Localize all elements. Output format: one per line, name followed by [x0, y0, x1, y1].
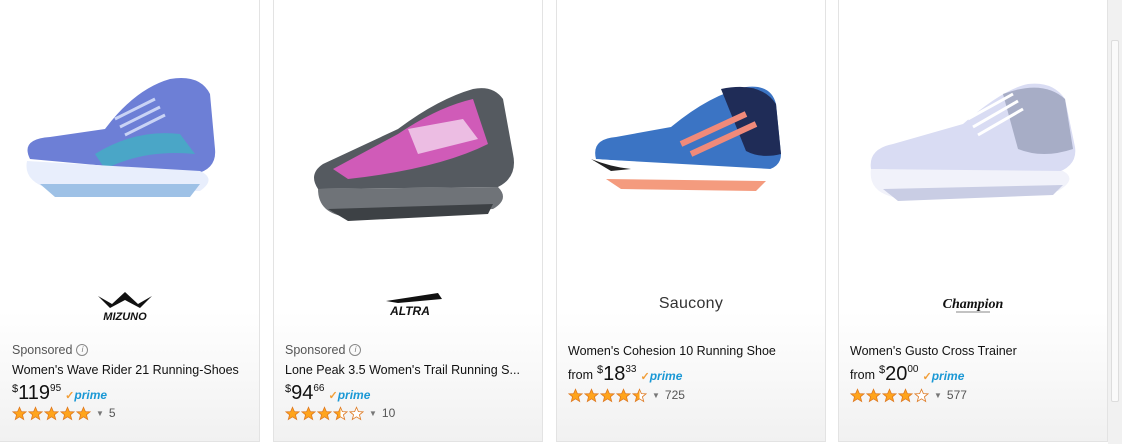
star-rating[interactable]	[12, 405, 92, 421]
price-prefix: from	[850, 368, 875, 382]
chevron-down-icon[interactable]: ▼	[96, 409, 104, 418]
review-count[interactable]: 5	[109, 406, 116, 420]
star-icon	[28, 405, 43, 420]
product-card[interactable]: MIZUNO Sponsored i Women's Wave Rider 21 …	[0, 0, 260, 442]
price-fraction: 00	[907, 364, 919, 375]
prime-check-icon: ✓	[65, 390, 75, 402]
price[interactable]: from $ 18 33 ✓ prime	[568, 363, 682, 387]
price-whole: 18	[603, 363, 626, 385]
scrollbar[interactable]	[1108, 0, 1122, 444]
price-whole: 94	[291, 382, 314, 404]
prime-check-icon: ✓	[922, 371, 932, 383]
prime-label: prime	[337, 388, 371, 402]
star-icon	[914, 387, 929, 402]
review-count[interactable]: 577	[947, 388, 967, 402]
sponsored-text: Sponsored	[285, 343, 346, 357]
sponsored-label[interactable]: Sponsored i	[12, 342, 89, 358]
star-icon	[882, 387, 897, 402]
price-fraction: 33	[625, 364, 637, 375]
scrollbar-thumb[interactable]	[1111, 40, 1119, 402]
star-icon	[349, 405, 364, 420]
product-title[interactable]: Lone Peak 3.5 Women's Trail Running S...	[285, 363, 526, 377]
chevron-down-icon[interactable]: ▼	[369, 409, 377, 418]
review-count[interactable]: 10	[382, 406, 395, 420]
product-title[interactable]: Women's Cohesion 10 Running Shoe	[568, 344, 809, 358]
star-icon	[866, 387, 881, 402]
price-fraction: 66	[313, 383, 325, 394]
sponsored-label[interactable]: Sponsored i	[285, 342, 362, 358]
product-title[interactable]: Women's Gusto Cross Trainer	[850, 344, 1091, 358]
prime-badge: ✓ prime	[923, 369, 965, 383]
prime-check-icon: ✓	[640, 371, 650, 383]
prime-badge: ✓ prime	[641, 369, 683, 383]
product-info: Women's Cohesion 10 Running Shoe from $ …	[568, 0, 815, 441]
star-icon	[898, 387, 913, 402]
star-icon	[584, 387, 599, 402]
star-icon	[333, 405, 348, 420]
rating-row[interactable]: ▼ 5	[12, 405, 116, 421]
star-rating[interactable]	[285, 405, 365, 421]
product-title[interactable]: Women's Wave Rider 21 Running-Shoes	[12, 363, 243, 377]
price-prefix: from	[568, 368, 593, 382]
star-icon	[301, 405, 316, 420]
rating-row[interactable]: ▼ 577	[850, 387, 967, 403]
product-card[interactable]: ALTRA Sponsored i Lone Peak 3.5 Women's T…	[273, 0, 543, 442]
info-icon[interactable]: i	[349, 344, 362, 356]
product-info: Sponsored i Lone Peak 3.5 Women's Trail R…	[285, 0, 532, 441]
star-icon	[317, 405, 332, 420]
star-rating[interactable]	[568, 387, 648, 403]
prime-label: prime	[74, 388, 108, 402]
star-icon	[44, 405, 59, 420]
star-icon	[616, 387, 631, 402]
rating-row[interactable]: ▼ 725	[568, 387, 685, 403]
price[interactable]: from $ 20 00 ✓ prime	[850, 363, 964, 387]
prime-label: prime	[931, 369, 965, 383]
info-icon[interactable]: i	[76, 344, 89, 356]
review-count[interactable]: 725	[665, 388, 685, 402]
chevron-down-icon[interactable]: ▼	[934, 391, 942, 400]
star-icon	[12, 405, 27, 420]
price-whole: 119	[18, 382, 51, 404]
price[interactable]: $ 94 66 ✓ prime	[285, 382, 370, 406]
product-card[interactable]: Saucony Women's Cohesion 10 Running Shoe…	[556, 0, 826, 442]
star-rating[interactable]	[850, 387, 930, 403]
product-card[interactable]: Champion Women's Gusto Cross Trainer fro…	[838, 0, 1108, 442]
chevron-down-icon[interactable]: ▼	[652, 391, 660, 400]
prime-check-icon: ✓	[328, 390, 338, 402]
star-icon	[850, 387, 865, 402]
product-info: Sponsored i Women's Wave Rider 21 Running…	[12, 0, 249, 441]
star-icon	[568, 387, 583, 402]
price-fraction: 95	[50, 383, 62, 394]
star-icon	[600, 387, 615, 402]
star-icon	[285, 405, 300, 420]
prime-badge: ✓ prime	[329, 388, 371, 402]
star-icon	[60, 405, 75, 420]
prime-label: prime	[649, 369, 683, 383]
prime-badge: ✓ prime	[65, 388, 107, 402]
sponsored-text: Sponsored	[12, 343, 73, 357]
price-whole: 20	[885, 363, 908, 385]
price[interactable]: $ 119 95 ✓ prime	[12, 382, 107, 406]
product-info: Women's Gusto Cross Trainer from $ 20 00…	[850, 0, 1097, 441]
rating-row[interactable]: ▼ 10	[285, 405, 395, 421]
star-icon	[76, 405, 91, 420]
star-icon	[632, 387, 647, 402]
